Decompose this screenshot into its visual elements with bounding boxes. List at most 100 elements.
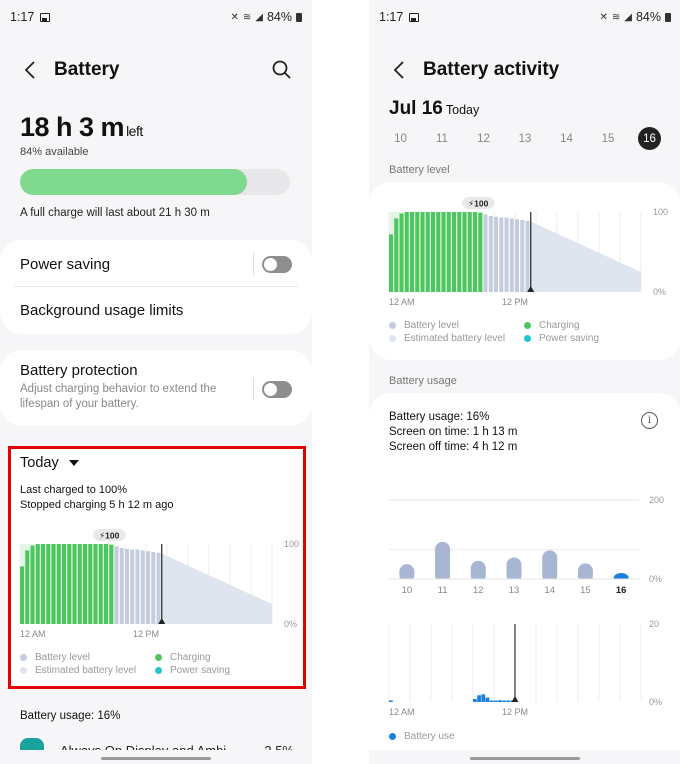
y-tick-label: 200	[649, 495, 664, 505]
charging-bar	[404, 212, 409, 292]
legend-charging: Charging	[155, 652, 211, 663]
battery-protection-card[interactable]: Battery protection Adjust charging behav…	[0, 350, 312, 426]
charging-bar	[93, 544, 98, 624]
day-14[interactable]: 14	[555, 127, 578, 150]
status-bar: 1:17 ✕ ≋ ◢ 84%	[379, 8, 671, 26]
x-tick-label: 12 AM	[389, 707, 415, 717]
x-tick-label: 12 PM	[133, 629, 159, 639]
charging-bar	[35, 544, 40, 624]
settings-card: Power saving Background usage limits	[0, 240, 312, 334]
battery-level-bar	[140, 550, 145, 624]
battery-protection-description: Adjust charging behavior to extend the l…	[20, 383, 217, 410]
signal-icon: ◢	[255, 11, 263, 23]
charging-bar	[56, 544, 61, 624]
header: Battery	[18, 56, 294, 84]
day-selector: 10 11 12 13 14 15 16	[389, 127, 661, 150]
search-icon[interactable]	[270, 58, 294, 82]
y-tick-label: 100	[653, 207, 668, 217]
battery-protection-label: Battery protection	[20, 362, 138, 379]
home-handle[interactable]	[470, 757, 580, 760]
screen-on-time: Screen on time: 1 h 13 m	[389, 426, 518, 438]
charging-bar	[457, 212, 462, 292]
day-16[interactable]: 16	[638, 127, 661, 150]
usage-bar	[506, 700, 511, 702]
charging-bar	[46, 544, 51, 624]
time-left-value: 18 h 3 m	[20, 112, 125, 142]
page-title: Battery	[54, 59, 120, 80]
legend-power-saving: Power saving	[155, 665, 230, 676]
info-icon[interactable]: i	[641, 412, 658, 429]
legend-battery-use: Battery use	[389, 731, 455, 742]
battery-usage-summary: Battery usage: 16%	[20, 710, 121, 722]
battery-protection-row[interactable]: Battery protection Adjust charging behav…	[20, 362, 292, 416]
battery-level-bar	[135, 549, 140, 624]
usage-bar	[473, 699, 477, 702]
daily-usage-chart: 10 11 12 13 14 15 16 200 0%	[389, 495, 664, 596]
legend-charging: Charging	[524, 320, 580, 331]
status-time: 1:17	[379, 10, 404, 24]
y-tick-label: 0%	[653, 287, 666, 297]
legend-dot	[155, 654, 162, 661]
usage-bar	[498, 700, 502, 702]
battery-activity-screen: 1:17 ✕ ≋ ◢ 84% Battery activity Jul 16 To…	[369, 0, 680, 764]
legend-battery-level: Battery level	[20, 652, 90, 663]
battery-protection-toggle[interactable]	[262, 380, 292, 398]
battery-level-bar	[488, 216, 493, 292]
wifi-icon: ≋	[242, 11, 252, 23]
background-limits-row[interactable]: Background usage limits	[20, 298, 292, 322]
y-tick-label: 0%	[649, 697, 662, 707]
charging-bar	[88, 544, 93, 624]
date-title: Jul 16 Today	[389, 98, 479, 120]
home-handle[interactable]	[101, 757, 211, 760]
legend-estimated: Estimated battery level	[20, 665, 136, 676]
charging-bar	[431, 212, 436, 292]
usage-bar	[477, 695, 481, 702]
nav-bar	[369, 750, 680, 764]
day-10[interactable]: 10	[389, 127, 412, 150]
legend-label: Power saving	[170, 665, 231, 676]
signal-icon: ◢	[624, 11, 632, 23]
day-11[interactable]: 11	[431, 127, 454, 150]
charging-bar	[98, 544, 103, 624]
period-dropdown[interactable]: Today	[20, 455, 79, 471]
charging-bar	[41, 544, 46, 624]
usage-bar	[494, 700, 498, 702]
battery-progress-fill	[20, 169, 247, 195]
y-tick-label: 0%	[649, 574, 662, 584]
charging-bar	[446, 212, 451, 292]
battery-level-bar	[151, 552, 156, 624]
legend-dot	[524, 335, 531, 342]
gallery-icon	[409, 12, 420, 22]
back-icon[interactable]	[387, 58, 411, 82]
charging-bar	[20, 566, 25, 624]
x-tick-label: 16	[616, 585, 627, 596]
battery-level-bar	[515, 219, 520, 292]
usage-bar-14	[542, 550, 558, 583]
divider	[253, 253, 254, 275]
caret-down-icon	[68, 460, 79, 466]
battery-level-bar	[520, 220, 525, 292]
legend-battery-level: Battery level	[389, 320, 459, 331]
day-12[interactable]: 12	[472, 127, 495, 150]
battery-level-bar	[156, 552, 161, 624]
usage-bar	[502, 700, 507, 702]
charging-bar	[67, 544, 72, 624]
legend-dot	[389, 322, 396, 329]
baseline-mask	[389, 579, 639, 584]
legend-label: Charging	[170, 652, 211, 663]
mute-icon: ✕	[230, 11, 239, 23]
page-title: Battery activity	[423, 59, 560, 80]
estimated-area	[161, 553, 272, 624]
legend-power-saving: Power saving	[524, 333, 599, 344]
charge-callout-text: ⚡100	[99, 531, 119, 541]
day-13[interactable]: 13	[514, 127, 537, 150]
day-15[interactable]: 15	[597, 127, 620, 150]
power-saving-toggle[interactable]	[262, 255, 292, 273]
power-saving-row[interactable]: Power saving	[20, 252, 292, 276]
header: Battery activity	[387, 56, 663, 84]
charging-bar	[425, 212, 430, 292]
charging-bar	[51, 544, 56, 624]
y-tick-label: 100	[284, 539, 299, 549]
back-icon[interactable]	[18, 58, 42, 82]
charging-bar	[30, 545, 35, 624]
